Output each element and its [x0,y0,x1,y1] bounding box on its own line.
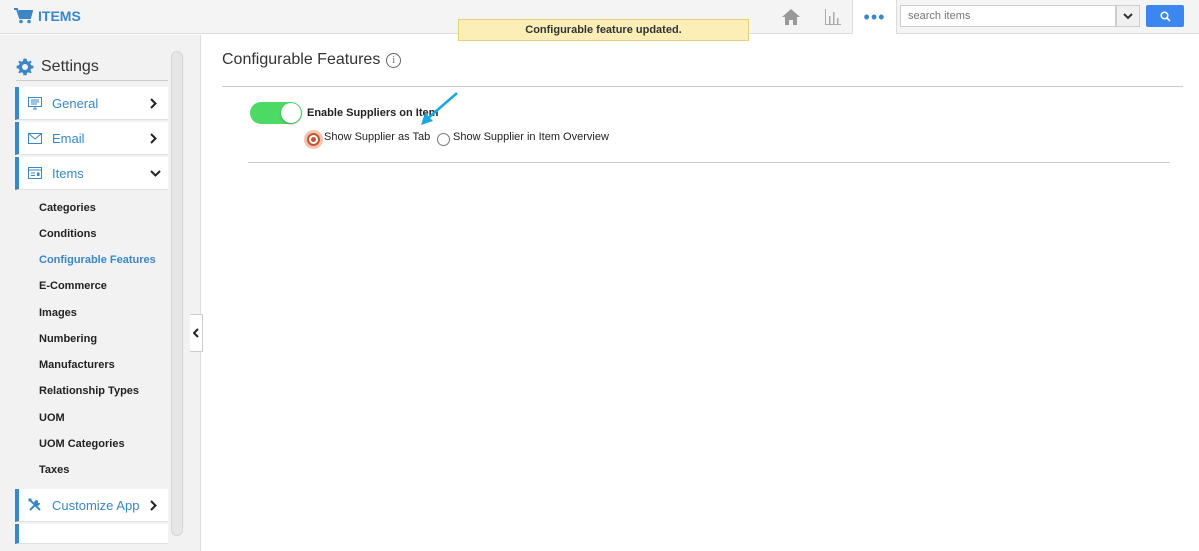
settings-header: Settings [16,53,168,81]
sidebar-item-general[interactable]: General [15,87,168,120]
sidebar-subitem-relationship-types[interactable]: Relationship Types [39,385,139,397]
items-icon [28,167,42,179]
title-divider [222,86,1183,87]
sidebar-item-label: Email [52,130,85,146]
search-input[interactable] [900,5,1116,27]
sidebar-subitem-e-commerce[interactable]: E-Commerce [39,280,107,292]
chevron-down-icon [1123,12,1133,19]
tools-icon [28,498,41,511]
sidebar-subitem-uom-categories[interactable]: UOM Categories [39,438,125,450]
show-supplier-in-overview-radio[interactable] [437,133,450,146]
sidebar-subitem-taxes[interactable]: Taxes [39,464,69,476]
app-brand[interactable]: ITEMS [14,8,81,24]
enable-suppliers-toggle[interactable] [250,102,302,124]
sidebar-subitem-numbering[interactable]: Numbering [39,333,97,345]
show-supplier-in-overview-label: Show Supplier in Item Overview [453,131,609,143]
chevron-left-icon [193,328,199,338]
show-supplier-as-tab-label: Show Supplier as Tab [324,131,431,143]
more-icon: ••• [863,6,886,27]
sidebar-collapse-toggle[interactable] [190,314,203,352]
search-dropdown-button[interactable] [1116,5,1140,27]
settings-title: Settings [41,57,99,75]
sidebar-subitem-uom[interactable]: UOM [39,412,65,424]
chevron-down-icon [150,169,162,177]
bar-chart-icon [824,9,841,25]
chevron-right-icon [150,499,162,511]
cart-icon [14,8,33,24]
toast-notification: Configurable feature updated. [458,19,749,41]
section-divider [248,162,1170,163]
sidebar-item-label: Items [52,165,84,181]
home-button[interactable] [773,0,809,34]
search-icon [1159,10,1171,22]
sidebar-item-items[interactable]: Items [15,157,168,190]
sidebar-item-label: Customize App [52,497,140,513]
chevron-right-icon [150,97,162,109]
sidebar-item-customize-app[interactable]: Customize App [15,489,168,522]
page-title: Configurable Features i [222,51,402,69]
sidebar-item-next[interactable] [15,524,168,544]
search-button[interactable] [1146,5,1184,27]
sidebar-subitem-images[interactable]: Images [39,307,77,319]
sidebar-subitem-conditions[interactable]: Conditions [39,228,96,240]
settings-sidebar: Settings General Email Items Categories … [0,35,201,551]
sidebar-subitem-categories[interactable]: Categories [39,202,96,214]
home-icon [782,9,800,25]
chevron-right-icon [150,132,162,144]
sidebar-scrollbar[interactable] [171,51,183,536]
sidebar-subitem-manufacturers[interactable]: Manufacturers [39,359,115,371]
gear-icon [16,58,34,75]
info-icon[interactable]: i [386,52,402,68]
app-title: ITEMS [38,8,81,24]
monitor-icon [28,96,42,109]
show-supplier-as-tab-radio[interactable] [307,133,320,146]
sidebar-item-label: General [52,95,99,111]
envelope-icon [28,132,42,144]
reports-button[interactable] [813,0,853,34]
more-button[interactable]: ••• [853,0,897,34]
toggle-knob [281,103,301,123]
pointer-arrow-icon [421,92,458,125]
page-title-text: Configurable Features [222,51,381,68]
sidebar-item-email[interactable]: Email [15,122,168,155]
sidebar-subitem-configurable-features[interactable]: Configurable Features [39,254,156,266]
